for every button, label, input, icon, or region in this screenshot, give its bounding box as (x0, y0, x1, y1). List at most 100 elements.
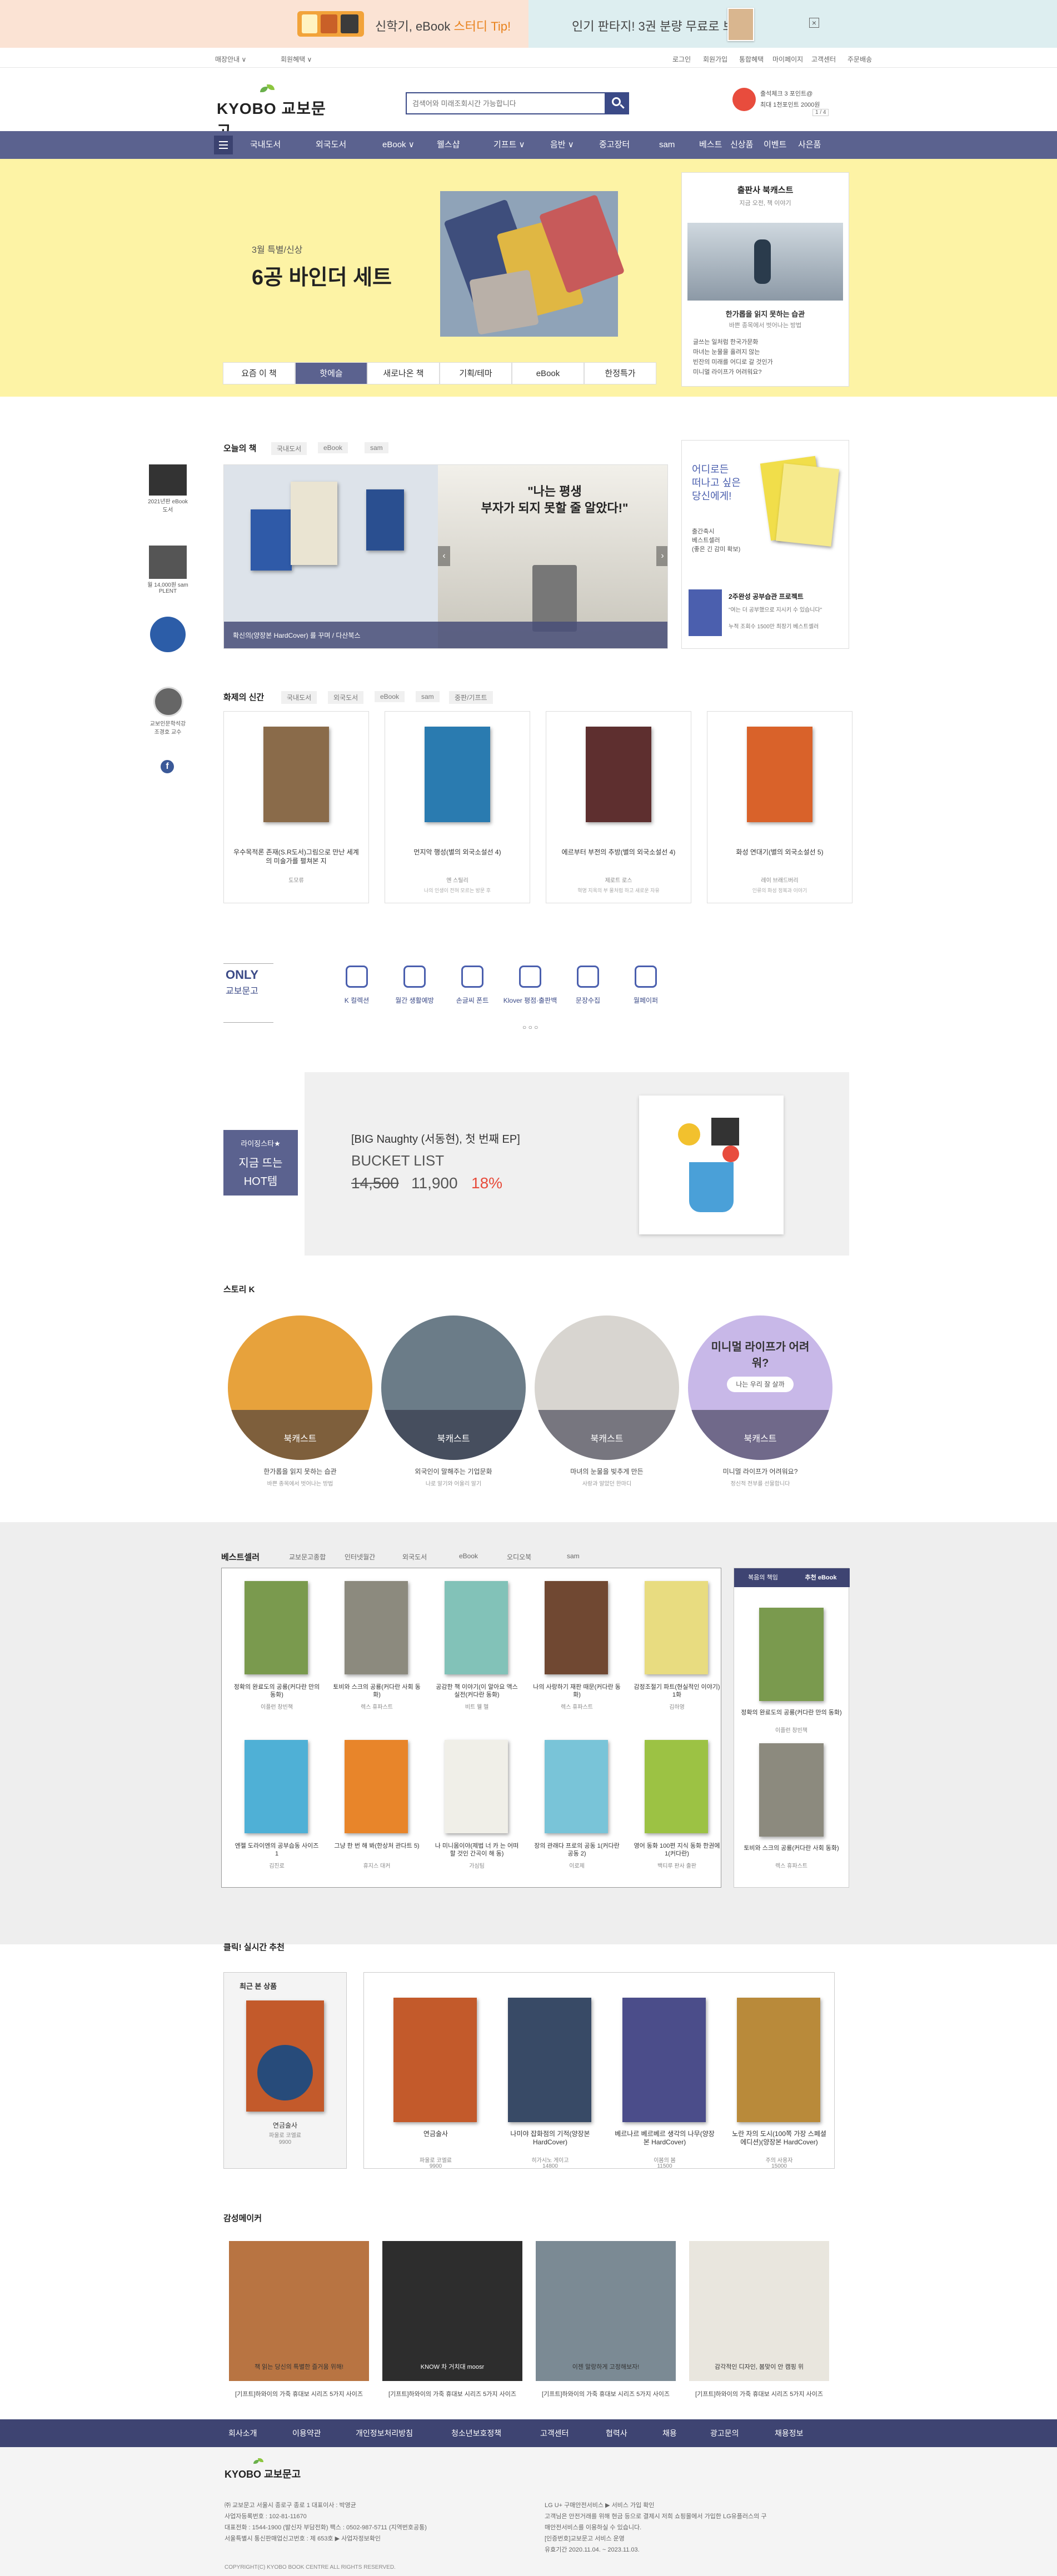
footer-privacy[interactable]: 개인정보처리방침 (356, 2419, 413, 2447)
only-item-label[interactable]: Klover 평점·출판백 (502, 996, 558, 1005)
hotitem-album-image[interactable] (639, 1096, 784, 1234)
click-book-cover[interactable] (508, 1998, 591, 2122)
hero-tab-hot[interactable]: 핫에슬 (295, 362, 367, 384)
best-book-title[interactable]: 토비와 스크의 공룡(커다란 사회 동화) (332, 1683, 421, 1699)
today-tab-sam[interactable]: sam (365, 442, 388, 453)
hot-book-cover[interactable] (586, 727, 651, 822)
click-book-title[interactable]: 나미야 잡화점의 기적(양장본 HardCover) (500, 2130, 600, 2147)
best-tab-internet[interactable]: 인터넷월간 (345, 1552, 375, 1562)
hero-binder-image[interactable] (440, 191, 625, 337)
best-book-cover[interactable] (345, 1581, 408, 1674)
only-item-label[interactable]: 문장수집 (560, 996, 616, 1005)
today-prev-arrow[interactable]: ‹ (438, 546, 450, 566)
quick-sam-image[interactable] (149, 546, 187, 579)
sense-item-image[interactable]: 책 읽는 당신의 특별한 즐거움 위해! (229, 2241, 369, 2381)
nav-ebook[interactable]: eBook ∨ (382, 131, 415, 159)
only-item-icon[interactable] (403, 966, 426, 988)
today-next-arrow[interactable]: › (656, 546, 667, 566)
hot-tab-foreign[interactable]: 외국도서 (328, 691, 364, 704)
util-mypage[interactable]: 마이페이지 (772, 54, 803, 64)
best-book-cover[interactable] (645, 1740, 708, 1833)
only-item-icon[interactable] (346, 966, 368, 988)
only-item-label[interactable]: 손글씨 폰트 (445, 996, 500, 1005)
publisher-bookcast-card[interactable]: 출판사 북캐스트 지금 오전, 책 이야기 한가롭을 읽지 못하는 습관 바쁜 … (681, 172, 849, 387)
search-input[interactable] (407, 93, 579, 113)
story-circle[interactable]: 북캐스트 미니멀 라이프가 어려워? 나는 우리 잘 살까 (688, 1315, 832, 1460)
today-side-card[interactable]: 어디로든 떠나고 싶은 당신에게! 출간축시 베스트셀러 (좋은 긴 감미 확보… (681, 440, 849, 649)
best-tab-sam[interactable]: sam (567, 1552, 580, 1560)
story-item-title[interactable]: 한가롭을 읽지 못하는 습관 (228, 1467, 372, 1476)
best-side-tab-2[interactable]: 추천 eBook (792, 1568, 850, 1587)
quick-lecture-avatar[interactable] (153, 687, 183, 717)
sense-item-caption[interactable]: [기프트]하와이의 가죽 휴대보 시리즈 5가지 사이즈 (536, 2390, 676, 2399)
click-book-title[interactable]: 연금술사 (386, 2130, 486, 2138)
logo[interactable]: KYOBO 교보문고 (217, 83, 339, 139)
top-banner-left[interactable]: 신학기, eBook 스터디 Tip! (0, 0, 528, 48)
hot-book-title[interactable]: 우수목적론 존재(S.R도서)그림으로 만난 세계의 미술가를 펼쳐본 지 (232, 848, 360, 866)
best-tab-kyobo[interactable]: 교보문고종합 (289, 1552, 326, 1562)
footer-recruit[interactable]: 채용 (662, 2419, 677, 2447)
menu-button[interactable] (214, 136, 233, 154)
footer-jobs[interactable]: 채용정보 (775, 2419, 804, 2447)
hot-tab-gift[interactable]: 중판/기프트 (449, 691, 493, 704)
hot-tab-ebook[interactable]: eBook (375, 691, 405, 702)
sense-item-caption[interactable]: [기프트]하와이의 가죽 휴대보 시리즈 5가지 사이즈 (229, 2390, 369, 2399)
best-book-title[interactable]: 정확의 완료도의 공룡(커다란 만의 동화) (232, 1683, 321, 1699)
today-carousel[interactable]: "나는 평생 부자가 되지 못할 줄 알았다!" ‹ › 확신의(양장본 Har… (223, 464, 668, 649)
hot-book-cover[interactable] (263, 727, 329, 822)
util-login[interactable]: 로그인 (672, 54, 691, 64)
click-book-cover[interactable] (737, 1998, 820, 2122)
best-book-cover[interactable] (245, 1740, 308, 1833)
top-banner-right[interactable]: 인기 판타지! 3권 분량 무료로 보기 × (528, 0, 1057, 48)
best-book-cover[interactable] (245, 1581, 308, 1674)
best-book-title[interactable]: 그냥 한 번 해 봐(한상처 관다트 5) (332, 1842, 421, 1850)
best-tab-ebook[interactable]: eBook (459, 1552, 478, 1560)
sense-item-image[interactable]: KNOW 차 거치대 moosr (382, 2241, 522, 2381)
nav-gifts[interactable]: 사은품 (798, 131, 821, 159)
sense-item-caption[interactable]: [기프트]하와이의 가죽 휴대보 시리즈 5가지 사이즈 (689, 2390, 829, 2399)
hot-book-title[interactable]: 화성 연대기(별의 외국소설선 5) (716, 848, 844, 857)
sense-item-image[interactable]: 이젠 말랑하게 고정해보자! (536, 2241, 676, 2381)
nav-new[interactable]: 신상품 (730, 131, 753, 159)
sense-item-image[interactable]: 감각적인 디자인, 봄맞이 안 캠핑 위 (689, 2241, 829, 2381)
best-book-title[interactable]: 나의 사랑하기 재판 때문(커다란 동화) (532, 1683, 621, 1699)
search-button[interactable] (606, 92, 629, 114)
nav-best[interactable]: 베스트 (699, 131, 722, 159)
hero-title[interactable]: 6공 바인더 세트 (252, 260, 392, 291)
nav-sam[interactable]: sam (659, 131, 675, 159)
hero-tab-ebook[interactable]: eBook (512, 362, 584, 384)
util-signup[interactable]: 회원가입 (703, 54, 727, 64)
best-book-cover[interactable] (345, 1740, 408, 1833)
best-side-tab-1[interactable]: 복음의 책임 (734, 1568, 792, 1587)
util-benefits[interactable]: 통합혜택 (739, 54, 764, 64)
best-tab-audio[interactable]: 오디오북 (507, 1552, 531, 1562)
only-item-icon[interactable] (635, 966, 657, 988)
util-store-info[interactable]: 매장안내 ∨ (215, 54, 246, 64)
best-book-cover[interactable] (445, 1740, 508, 1833)
best-book-title[interactable]: 장의 관래다 프로의 공동 1(커다란 공동 2) (532, 1842, 621, 1858)
only-item-icon[interactable] (519, 966, 541, 988)
hot-book-title[interactable]: 에르부터 부전의 추방(별의 외국소설선 4) (555, 848, 682, 857)
best-book-cover[interactable] (645, 1581, 708, 1674)
only-item-label[interactable]: 월간 생활예방 (387, 996, 442, 1005)
best-side-book-cover[interactable] (759, 1608, 824, 1701)
best-book-cover[interactable] (445, 1581, 508, 1674)
best-book-title[interactable]: 엔젤 도라이엔의 공부습동 사이즈 1 (232, 1842, 321, 1858)
facebook-icon[interactable]: f (161, 760, 174, 773)
footer-logo[interactable]: KYOBO 교보문고 (225, 2458, 336, 2483)
header-promo-pager[interactable]: 1 / 4 (812, 109, 829, 116)
quick-event-badge[interactable] (150, 617, 186, 652)
hot-book-cover[interactable] (747, 727, 812, 822)
today-tab-ebook[interactable]: eBook (318, 442, 348, 453)
hot-tab-domestic[interactable]: 국내도서 (281, 691, 317, 704)
story-circle[interactable]: 북캐스트 (228, 1315, 372, 1460)
best-side-book-title[interactable]: 정확의 완료도의 공룡(커다란 만의 동화) (740, 1708, 842, 1717)
quick-ebook-image[interactable] (149, 464, 187, 496)
sense-item-caption[interactable]: [기프트]하와이의 가죽 휴대보 시리즈 5가지 사이즈 (382, 2390, 522, 2399)
hotitem-title[interactable]: [BIG Naughty (서동현), 첫 번째 EP] (351, 1130, 520, 1146)
nav-wellness[interactable]: 웰스샵 (437, 131, 460, 159)
hero-tab-new[interactable]: 새로나온 책 (367, 362, 440, 384)
nav-music[interactable]: 음반 ∨ (550, 131, 574, 159)
nav-foreign[interactable]: 외국도서 (316, 131, 346, 159)
hero-tab-today[interactable]: 요즘 이 책 (223, 362, 295, 384)
